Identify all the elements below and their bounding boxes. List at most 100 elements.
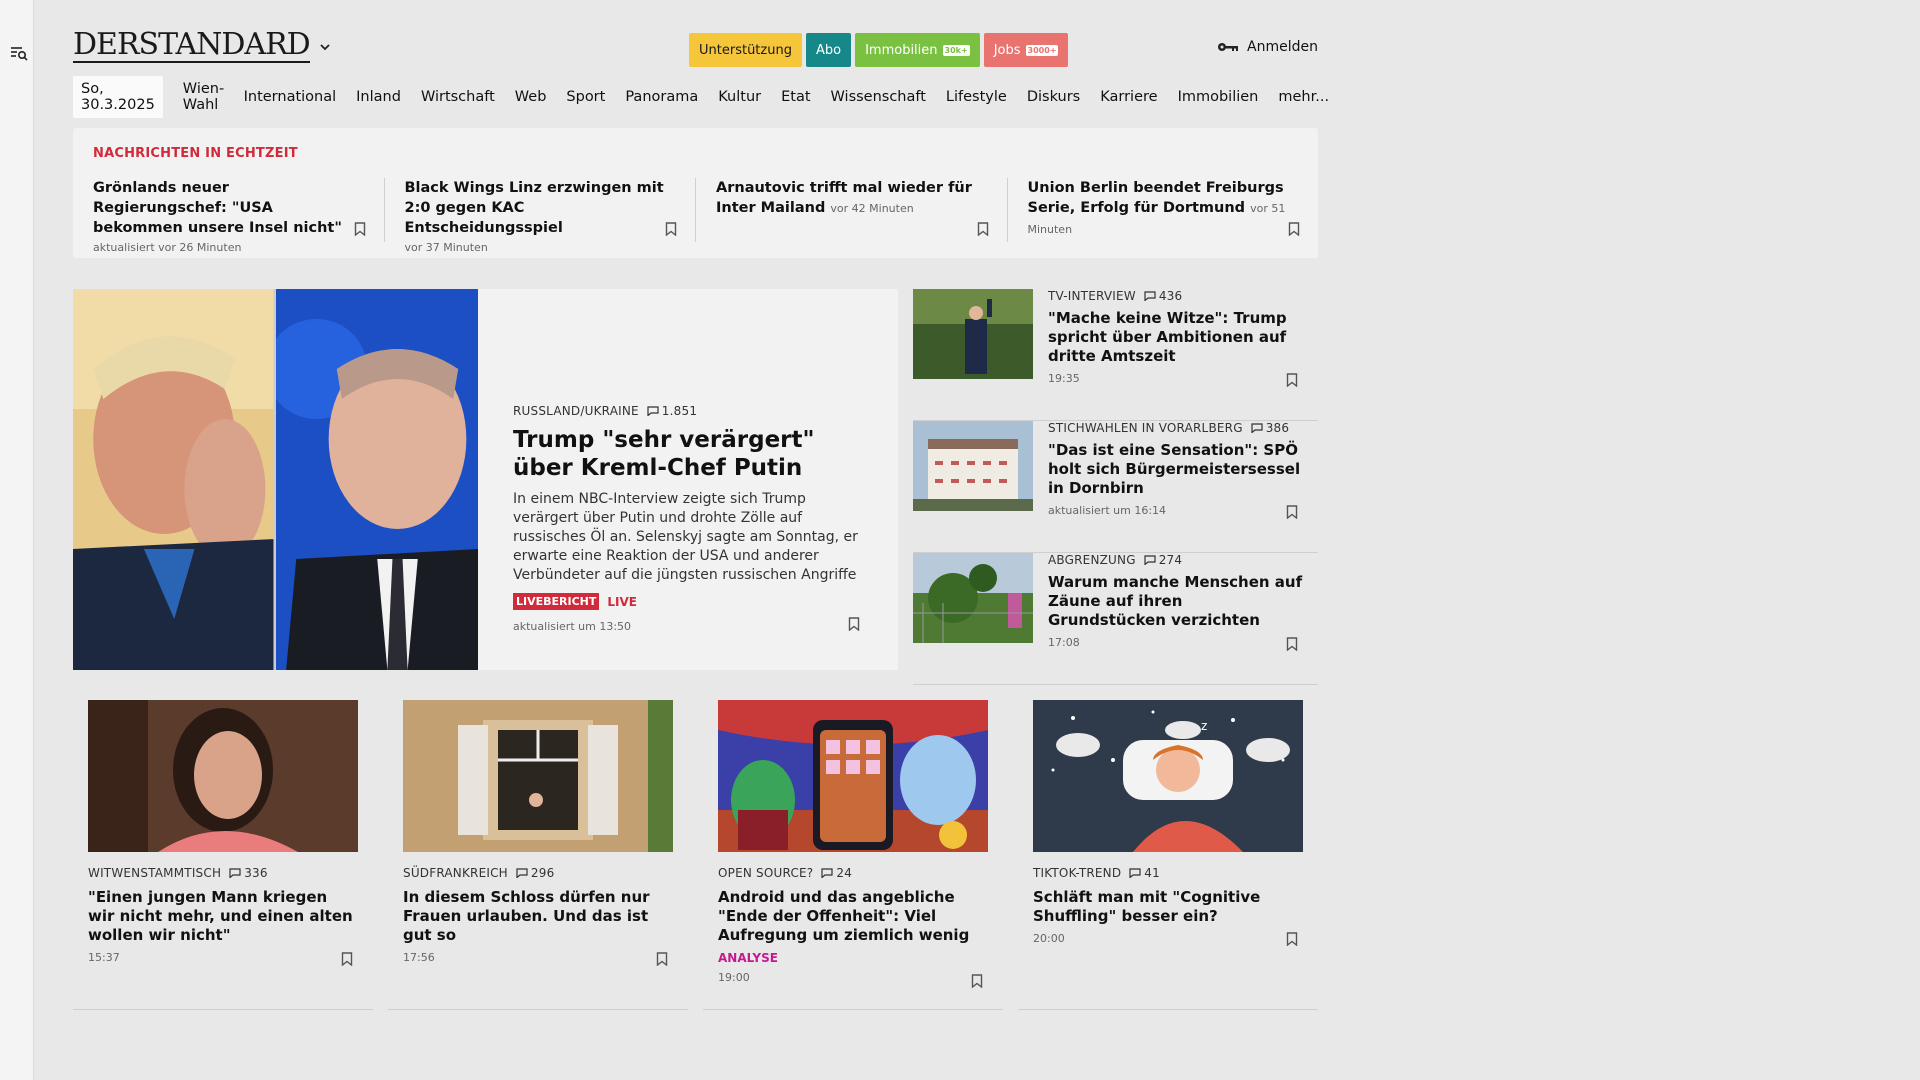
story-thumbnail[interactable] — [913, 553, 1033, 643]
comment-count[interactable]: 1.851 — [647, 404, 697, 418]
story-kicker: TV-INTERVIEW 436 — [1048, 289, 1303, 303]
comment-count[interactable]: 436 — [1144, 289, 1183, 303]
story-thumbnail[interactable] — [913, 421, 1033, 511]
nav-item[interactable]: Panorama — [615, 84, 708, 110]
bookmark-icon[interactable] — [977, 222, 989, 236]
story-time: 15:37 — [88, 951, 120, 964]
side-story[interactable]: ABGRENZUNG 274 Warum manche Menschen auf… — [913, 553, 1318, 685]
support-label: Unterstützung — [699, 42, 792, 58]
nav-more[interactable]: mehr... — [1268, 84, 1339, 110]
comment-bubble-icon — [229, 868, 241, 878]
nav-item[interactable]: International — [234, 84, 347, 110]
grid-story[interactable]: OPEN SOURCE? 24 Android und das angeblic… — [703, 700, 1003, 1010]
ticker-headline[interactable]: Union Berlin beendet Freiburgs Serie, Er… — [1028, 178, 1299, 240]
support-button[interactable]: Unterstützung — [689, 33, 802, 67]
grid-story[interactable]: WITWENSTAMMTISCH 336 "Einen jungen Mann … — [73, 700, 373, 1010]
story-title[interactable]: "Einen jungen Mann kriegen wir nicht meh… — [88, 888, 358, 945]
nav-item[interactable]: Wirtschaft — [411, 84, 505, 110]
kicker-label: OPEN SOURCE? — [718, 866, 814, 880]
nav-item[interactable]: Immobilien — [1168, 84, 1269, 110]
ticker-item[interactable]: Grönlands neuer Regierungschef: "USA bek… — [73, 178, 384, 254]
story-time: 17:56 — [403, 951, 435, 964]
bookmark-icon[interactable] — [1288, 222, 1300, 236]
comment-count[interactable]: 386 — [1251, 421, 1290, 435]
chevron-down-icon[interactable] — [319, 42, 331, 52]
nav-item[interactable]: Kultur — [708, 84, 771, 110]
jobs-label: Jobs — [993, 42, 1021, 58]
nav-item[interactable]: Etat — [771, 84, 820, 110]
story-thumbnail[interactable] — [88, 700, 358, 852]
story-thumbnail[interactable] — [403, 700, 673, 852]
story-thumbnail[interactable] — [913, 289, 1033, 379]
comment-bubble-icon — [821, 868, 833, 878]
comment-count[interactable]: 296 — [516, 866, 555, 880]
kicker-label: STICHWAHLEN IN VORARLBERG — [1048, 421, 1243, 435]
nav-item[interactable]: Diskurs — [1017, 84, 1090, 110]
bookmark-icon[interactable] — [341, 952, 353, 966]
nav-item[interactable]: Lifestyle — [936, 84, 1017, 110]
menu-search-icon[interactable] — [10, 44, 28, 62]
bookmark-icon[interactable] — [1286, 637, 1298, 651]
bookmark-icon[interactable] — [1286, 373, 1298, 387]
story-thumbnail[interactable] — [718, 700, 988, 852]
ticker-item[interactable]: Union Berlin beendet Freiburgs Serie, Er… — [1006, 178, 1319, 242]
side-story[interactable]: STICHWAHLEN IN VORARLBERG 386 "Das ist e… — [913, 421, 1318, 553]
nav-item[interactable]: Sport — [556, 84, 615, 110]
bookmark-icon[interactable] — [354, 222, 366, 236]
bookmark-icon[interactable] — [1286, 932, 1298, 946]
story-title[interactable]: "Das ist eine Sensation": SPÖ holt sich … — [1048, 441, 1303, 498]
story-title[interactable]: In diesem Schloss dürfen nur Frauen urla… — [403, 888, 673, 945]
comment-count[interactable]: 41 — [1129, 866, 1160, 880]
key-icon — [1218, 43, 1239, 51]
login-button[interactable]: Anmelden — [1217, 39, 1318, 55]
comment-count[interactable]: 24 — [821, 866, 852, 880]
ticker-item[interactable]: Arnautovic trifft mal wieder für Inter M… — [695, 178, 1007, 242]
lead-title[interactable]: Trump "sehr verärgert" über Kreml-Chef P… — [513, 426, 863, 482]
ticker-headline[interactable]: Arnautovic trifft mal wieder für Inter M… — [716, 178, 987, 219]
bookmark-icon[interactable] — [665, 222, 677, 236]
story-title[interactable]: Android und das angebliche "Ende der Off… — [718, 888, 988, 945]
kicker-label: SÜDFRANKREICH — [403, 866, 508, 880]
jobs-button[interactable]: Jobs 3000+ — [983, 33, 1069, 67]
comment-count[interactable]: 336 — [229, 866, 268, 880]
side-stories: TV-INTERVIEW 436 "Mache keine Witze": Tr… — [913, 289, 1318, 685]
kicker-label: TV-INTERVIEW — [1048, 289, 1136, 303]
story-time: 20:00 — [1033, 932, 1065, 945]
ticker-headline[interactable]: Black Wings Linz erzwingen mit 2:0 gegen… — [405, 178, 676, 238]
lead-story[interactable]: RUSSLAND/UKRAINE 1.851 Trump "sehr verär… — [73, 289, 898, 670]
immobilien-badge: 30k+ — [942, 44, 970, 56]
livebericht-badge: LIVEBERICHT — [513, 593, 600, 610]
bookmark-icon[interactable] — [1286, 505, 1298, 519]
nav-item[interactable]: Web — [505, 84, 557, 110]
story-title[interactable]: "Mache keine Witze": Trump spricht über … — [1048, 309, 1303, 366]
bookmark-icon[interactable] — [848, 617, 860, 631]
abo-button[interactable]: Abo — [805, 33, 852, 67]
nav-item[interactable]: Karriere — [1090, 84, 1167, 110]
lead-time: aktualisiert um 13:50 — [513, 620, 632, 633]
story-time: aktualisiert um 16:14 — [1048, 504, 1167, 517]
story-time: 19:35 — [1048, 372, 1080, 385]
comment-count-value: 386 — [1265, 421, 1290, 435]
story-thumbnail[interactable]: z — [1033, 700, 1303, 852]
bookmark-icon[interactable] — [971, 974, 983, 988]
nav-item[interactable]: Wissenschaft — [821, 84, 936, 110]
ticker-headline[interactable]: Grönlands neuer Regierungschef: "USA bek… — [93, 178, 364, 238]
story-title[interactable]: Warum manche Menschen auf Zäune auf ihre… — [1048, 573, 1303, 630]
lead-image[interactable] — [73, 289, 478, 670]
ticker-item[interactable]: Black Wings Linz erzwingen mit 2:0 gegen… — [383, 178, 696, 254]
site-logo[interactable]: DERSTANDARD — [73, 30, 311, 63]
comment-bubble-icon — [1144, 555, 1156, 565]
story-title[interactable]: Schläft man mit "Cognitive Shuffling" be… — [1033, 888, 1303, 926]
immobilien-button[interactable]: Immobilien 30k+ — [855, 33, 980, 67]
story-kicker: TIKTOK-TREND 41 — [1033, 866, 1303, 880]
current-date: So, 30.3.2025 — [73, 76, 163, 118]
comment-bubble-icon — [647, 406, 659, 416]
nav-item[interactable]: Inland — [346, 84, 411, 110]
comment-count[interactable]: 274 — [1144, 553, 1183, 567]
nav-item[interactable]: Wien-Wahl — [173, 76, 234, 118]
grid-story[interactable]: SÜDFRANKREICH 296 In diesem Schloss dürf… — [388, 700, 688, 1010]
bookmark-icon[interactable] — [656, 952, 668, 966]
kicker-label: RUSSLAND/UKRAINE — [513, 404, 639, 418]
grid-story[interactable]: z TIKTOK-TREND 41 Schläft man mit "Cogni… — [1018, 700, 1318, 1010]
side-story[interactable]: TV-INTERVIEW 436 "Mache keine Witze": Tr… — [913, 289, 1318, 421]
